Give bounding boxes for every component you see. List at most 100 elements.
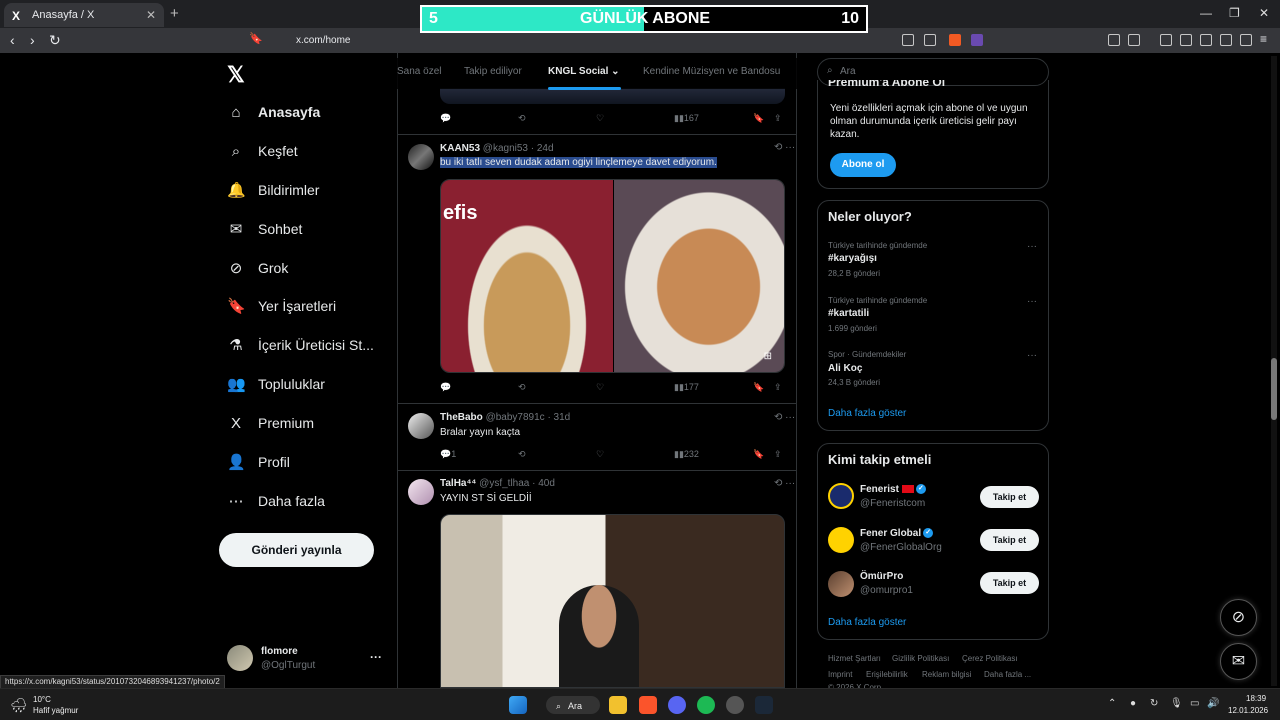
rewards-icon[interactable]	[971, 34, 983, 46]
footer-link[interactable]: Daha fazla ...	[984, 670, 1031, 679]
reply-icon[interactable]: 💬	[440, 113, 451, 124]
sidebar-item[interactable]: ⌕ Keşfet	[227, 139, 298, 163]
footer-link[interactable]: Reklam bilgisi	[922, 670, 971, 679]
file-explorer-icon[interactable]	[609, 696, 627, 714]
bookmark-icon[interactable]: 🔖	[249, 32, 263, 45]
sidebar-item[interactable]: 👥 Topluluklar	[227, 372, 325, 396]
cast-icon[interactable]	[902, 34, 914, 46]
maximize-icon[interactable]: ❐	[1229, 6, 1240, 20]
trend-more-icon[interactable]: ···	[1027, 296, 1037, 307]
sidebar-item[interactable]: ⚗ İçerik Üreticisi St...	[227, 333, 374, 357]
subscribe-button[interactable]: Abone ol	[830, 153, 896, 177]
close-window-icon[interactable]: ✕	[1259, 6, 1269, 20]
network-icon[interactable]: ▭	[1190, 698, 1199, 709]
browser-tab[interactable]: X Anasayfa / X ✕	[4, 3, 164, 27]
sidebar-item[interactable]: 🔖 Yer İşaretleri	[227, 294, 336, 318]
views-icon[interactable]: ▮▮ 177	[674, 382, 699, 393]
obs-icon[interactable]	[726, 696, 744, 714]
tab-kngl-social[interactable]: KNGL Social ⌄	[548, 66, 620, 77]
forward-icon[interactable]: ›	[30, 32, 35, 48]
post-author[interactable]: TalHa⁴⁴	[440, 478, 476, 489]
media-photo-1[interactable]: efis	[441, 180, 613, 372]
trend-more-icon[interactable]: ···	[1027, 241, 1037, 252]
scrollbar-thumb[interactable]	[1271, 358, 1277, 420]
grok-button-icon[interactable]: ⊘	[1220, 599, 1257, 636]
weather-temp[interactable]: 10°C	[33, 695, 51, 704]
repost-icon[interactable]: ⟲	[518, 113, 526, 124]
post-more-icon[interactable]: ⟲ ···	[774, 478, 795, 489]
footer-link[interactable]: Çerez Politikası	[962, 654, 1018, 663]
follow-name[interactable]: Fener Global ✓	[860, 528, 934, 539]
spotify-icon[interactable]	[697, 696, 715, 714]
like-icon[interactable]: ♡	[596, 449, 604, 460]
menu-icon[interactable]: ≡	[1260, 32, 1267, 46]
account-name[interactable]: flomore	[261, 646, 298, 657]
reload-icon[interactable]: ↻	[49, 32, 61, 49]
sidebar-item[interactable]: ⊘ Grok	[227, 256, 289, 280]
wallet-icon[interactable]	[1200, 34, 1212, 46]
sidebar-item[interactable]: ⋯ Daha fazla	[227, 489, 325, 513]
post-avatar[interactable]	[408, 479, 434, 505]
follow-button[interactable]: Takip et	[980, 572, 1039, 594]
screenshot-icon[interactable]	[1128, 34, 1140, 46]
repost-icon[interactable]: ⟲	[518, 449, 526, 460]
post-more-icon[interactable]: ⟲ ···	[774, 142, 795, 153]
footer-link[interactable]: Erişilebilirlik	[866, 670, 908, 679]
trend-name[interactable]: Ali Koç	[828, 363, 862, 374]
sidebar-item[interactable]: ⌂ Anasayfa	[227, 100, 320, 124]
views-icon[interactable]: ▮▮ 167	[674, 113, 699, 124]
clock-date[interactable]: 12.01.2026	[1228, 706, 1268, 715]
trends-show-more[interactable]: Daha fazla göster	[828, 408, 906, 419]
discord-icon[interactable]	[668, 696, 686, 714]
extensions-icon[interactable]	[1108, 34, 1120, 46]
steam-icon[interactable]	[755, 696, 773, 714]
post-header[interactable]: KAAN53 @kagni53 · 24d	[440, 143, 554, 154]
follow-avatar[interactable]	[828, 527, 854, 553]
footer-link[interactable]: Hizmet Şartları	[828, 654, 881, 663]
post-header[interactable]: TheBabo @baby7891c · 31d	[440, 412, 570, 423]
previous-post-media[interactable]	[440, 88, 785, 104]
post-video[interactable]	[440, 514, 785, 688]
post-avatar[interactable]	[408, 144, 434, 170]
tab-sana-ozel[interactable]: Sana özel	[397, 66, 441, 77]
address-bar[interactable]: x.com/home	[266, 31, 992, 50]
post-media[interactable]: efis ⊞	[440, 179, 785, 373]
account-more-icon[interactable]: ···	[370, 650, 382, 664]
follow-name[interactable]: ÖmürPro	[860, 571, 903, 582]
brave-shield-icon[interactable]	[949, 34, 961, 46]
post-more-icon[interactable]: ⟲ ···	[774, 412, 795, 423]
trend-name[interactable]: #kartatili	[828, 308, 869, 319]
new-tab-icon[interactable]: +	[170, 5, 179, 22]
scrollbar[interactable]	[1271, 56, 1277, 686]
x-home-logo-icon[interactable]: 𝕏	[227, 62, 245, 88]
bookmark-post-icon[interactable]: 🔖	[753, 113, 764, 124]
post-avatar[interactable]	[408, 413, 434, 439]
trend-name[interactable]: #karyağışı	[828, 253, 877, 264]
leo-ai-icon[interactable]	[1220, 34, 1232, 46]
close-tab-icon[interactable]: ✕	[146, 8, 156, 22]
sidebar-icon[interactable]	[1180, 34, 1192, 46]
follow-show-more[interactable]: Daha fazla göster	[828, 617, 906, 628]
follow-button[interactable]: Takip et	[980, 529, 1039, 551]
microphone-icon[interactable]: 🎙	[1170, 698, 1183, 709]
messages-button-icon[interactable]: ✉	[1220, 643, 1257, 680]
minimize-icon[interactable]: —	[1200, 6, 1212, 20]
tray-sync-icon[interactable]: ↻	[1150, 698, 1158, 709]
start-icon[interactable]	[509, 696, 527, 714]
post-author[interactable]: KAAN53	[440, 143, 480, 154]
follow-avatar[interactable]	[828, 571, 854, 597]
like-icon[interactable]: ♡	[596, 113, 604, 124]
reply-icon[interactable]: 💬 1	[440, 449, 456, 460]
tab-takip-ediliyor[interactable]: Takip ediliyor	[464, 66, 522, 77]
alt-text-icon[interactable]: ⊞	[764, 351, 772, 362]
share-post-icon[interactable]: ⇪	[774, 382, 782, 393]
post-button[interactable]: Gönderi yayınla	[219, 533, 374, 567]
media-photo-2[interactable]	[614, 180, 784, 372]
sidebar-item[interactable]: 🔔 Bildirimler	[227, 178, 319, 202]
follow-button[interactable]: Takip et	[980, 486, 1039, 508]
share-icon[interactable]	[924, 34, 936, 46]
follow-avatar[interactable]	[828, 483, 854, 509]
footer-link[interactable]: Gizlilik Politikası	[892, 654, 949, 663]
post-header[interactable]: TalHa⁴⁴ @ysf_tlhaa · 40d	[440, 478, 555, 489]
account-avatar[interactable]	[227, 645, 253, 671]
